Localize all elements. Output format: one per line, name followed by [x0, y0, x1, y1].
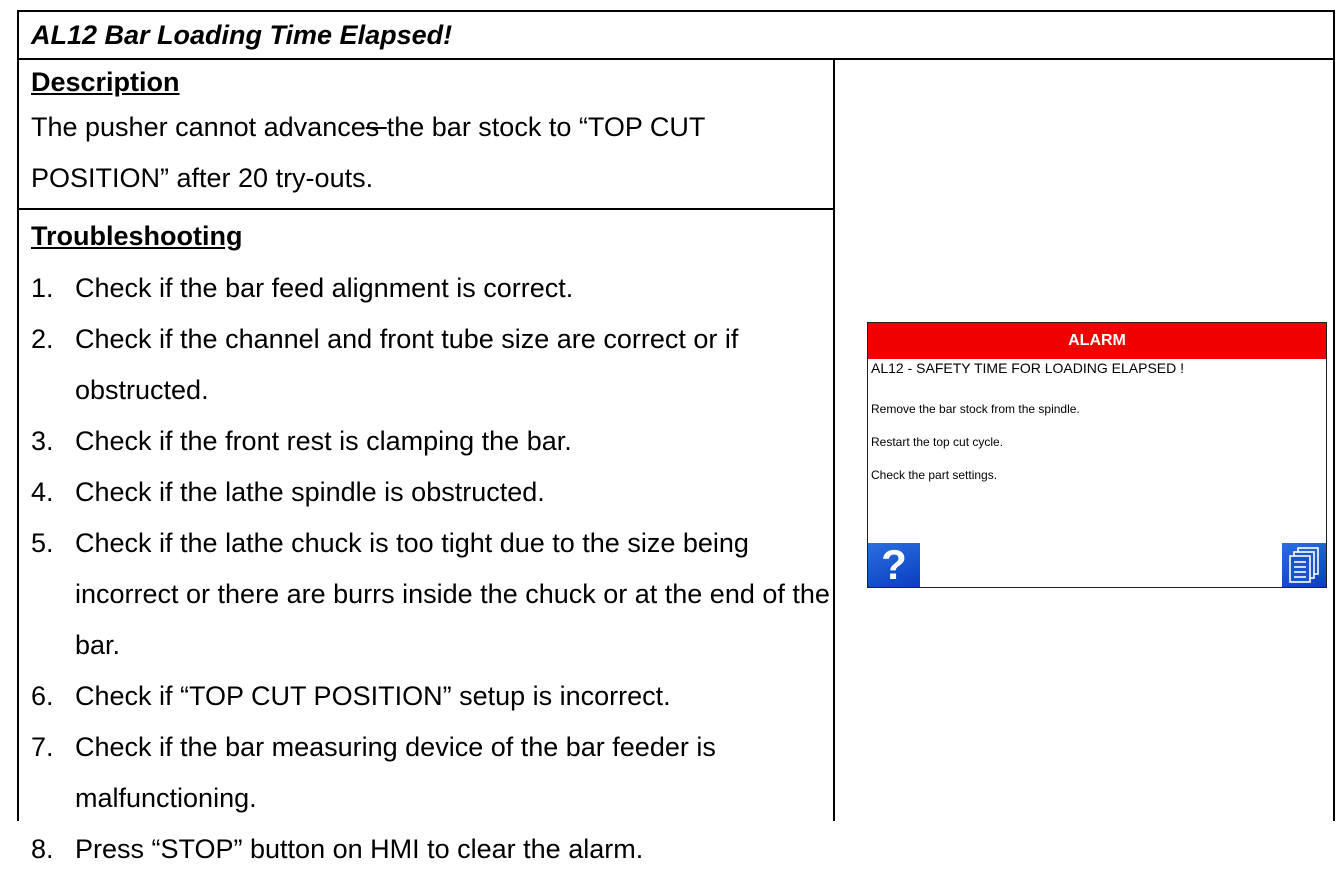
description-section: Description The pusher cannot advances t… — [19, 58, 833, 210]
hmi-instruction: Restart the top cut cycle. — [871, 435, 1004, 449]
hmi-alarm-code: AL12 - SAFETY TIME FOR LOADING ELAPSED ! — [871, 360, 1185, 376]
step-text: Check if the bar feed alignment is corre… — [75, 273, 574, 303]
left-column: Description The pusher cannot advances t… — [19, 58, 835, 864]
description-text: The pusher cannot advances the bar stock… — [31, 102, 831, 204]
description-heading: Description — [31, 67, 180, 97]
alarm-title: AL12 Bar Loading Time Elapsed! — [31, 20, 453, 50]
step-text: Check if the front rest is clamping the … — [75, 426, 572, 456]
description-text-start: The pusher cannot advance — [31, 112, 366, 142]
hmi-alarm-header: ALARM — [868, 323, 1326, 359]
alarm-document-table: AL12 Bar Loading Time Elapsed! Descripti… — [17, 10, 1335, 864]
troubleshooting-step: 1. Check if the bar feed alignment is cor… — [31, 263, 831, 314]
step-number: 5. — [31, 528, 54, 558]
right-column: ALARM AL12 - SAFETY TIME FOR LOADING ELA… — [835, 58, 1333, 821]
troubleshooting-list: 1. Check if the bar feed alignment is cor… — [31, 263, 831, 875]
step-text: Check if the lathe chuck is too tight du… — [75, 528, 830, 660]
step-number: 4. — [31, 477, 54, 507]
step-text: Check if “TOP CUT POSITION” setup is inc… — [75, 681, 671, 711]
document-list-button[interactable] — [1282, 543, 1326, 587]
step-text: Press “STOP” button on HMI to clear the … — [75, 834, 644, 864]
document-list-icon — [1289, 547, 1319, 583]
title-row: AL12 Bar Loading Time Elapsed! — [19, 12, 1333, 60]
troubleshooting-step: 4. Check if the lathe spindle is obstruct… — [31, 467, 831, 518]
hmi-instruction: Remove the bar stock from the spindle. — [871, 402, 1080, 416]
troubleshooting-step: 2. Check if the channel and front tube si… — [31, 314, 831, 416]
troubleshooting-step: 6. Check if “TOP CUT POSITION” setup is i… — [31, 671, 831, 722]
step-number: 7. — [31, 732, 54, 762]
step-text: Check if the bar measuring device of the… — [75, 732, 716, 813]
step-number: 1. — [31, 273, 54, 303]
help-icon: ? — [881, 541, 907, 588]
step-number: 3. — [31, 426, 54, 456]
step-text: Check if the lathe spindle is obstructed… — [75, 477, 545, 507]
hmi-instruction: Check the part settings. — [871, 468, 998, 482]
hmi-alarm-screen: ALARM AL12 - SAFETY TIME FOR LOADING ELA… — [867, 322, 1327, 588]
troubleshooting-step: 7. Check if the bar measuring device of t… — [31, 722, 831, 824]
step-text: Check if the channel and front tube size… — [75, 324, 739, 405]
description-text-strike: s — [365, 112, 387, 142]
troubleshooting-step: 3. Check if the front rest is clamping th… — [31, 416, 831, 467]
troubleshooting-step: 8. Press “STOP” button on HMI to clear th… — [31, 824, 831, 875]
step-number: 8. — [31, 834, 54, 864]
help-button[interactable]: ? — [868, 543, 920, 587]
step-number: 2. — [31, 324, 54, 354]
step-number: 6. — [31, 681, 54, 711]
troubleshooting-heading: Troubleshooting — [31, 221, 243, 251]
troubleshooting-step: 5. Check if the lathe chuck is too tight … — [31, 518, 831, 671]
